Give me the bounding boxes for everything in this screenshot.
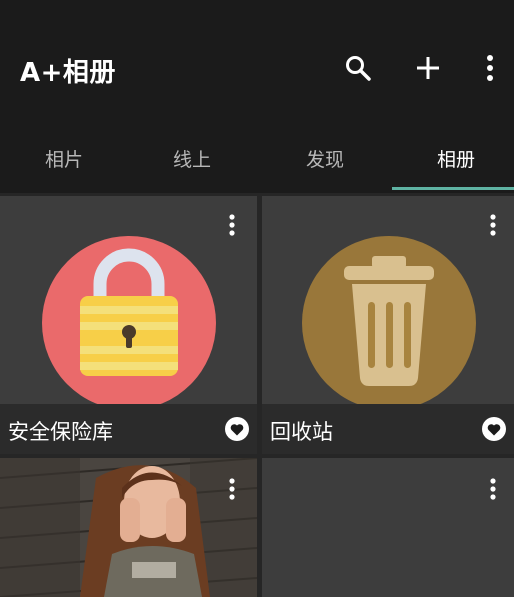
more-vert-icon: [229, 478, 235, 500]
album-name: 回收站: [270, 420, 333, 444]
tab-online[interactable]: 线上: [128, 128, 256, 188]
more-vert-icon: [229, 214, 235, 236]
album-menu-button[interactable]: [483, 212, 503, 238]
photo-thumbnail: [0, 458, 257, 597]
album-cover-circle: [42, 236, 216, 410]
favorite-button[interactable]: [482, 417, 506, 441]
more-vert-icon: [487, 55, 493, 81]
album-menu-button[interactable]: [483, 476, 503, 502]
search-button[interactable]: [338, 48, 378, 88]
app-bar: A+相册: [0, 0, 514, 128]
tab-photos[interactable]: 相片: [0, 128, 128, 188]
album-name: 安全保险库: [8, 420, 113, 444]
favorite-button[interactable]: [225, 417, 249, 441]
app-title: A+相册: [20, 58, 116, 88]
album-label-bar: 安全保险库: [0, 404, 257, 454]
album-menu-button[interactable]: [222, 212, 242, 238]
add-button[interactable]: [408, 48, 448, 88]
album-card-empty[interactable]: [262, 458, 514, 597]
album-menu-button[interactable]: [222, 476, 242, 502]
album-cover-circle: [302, 236, 476, 410]
plus-icon: [417, 57, 439, 79]
album-card-photo[interactable]: [0, 458, 257, 597]
more-vert-icon: [490, 478, 496, 500]
more-options-button[interactable]: [470, 48, 510, 88]
tab-bar: 相片 线上 发现 相册: [0, 128, 514, 192]
tab-discover[interactable]: 发现: [261, 128, 389, 188]
tab-indicator: [392, 187, 514, 190]
album-card-recycle-bin[interactable]: 回收站: [262, 196, 514, 454]
lock-icon: [80, 248, 178, 376]
search-icon: [346, 56, 371, 81]
album-card-vault[interactable]: 安全保险库: [0, 196, 257, 454]
tab-albums[interactable]: 相册: [392, 128, 514, 188]
trash-icon: [344, 256, 434, 386]
album-label-bar: 回收站: [262, 404, 514, 454]
more-vert-icon: [490, 214, 496, 236]
heart-icon: [487, 423, 501, 435]
heart-icon: [230, 423, 244, 435]
